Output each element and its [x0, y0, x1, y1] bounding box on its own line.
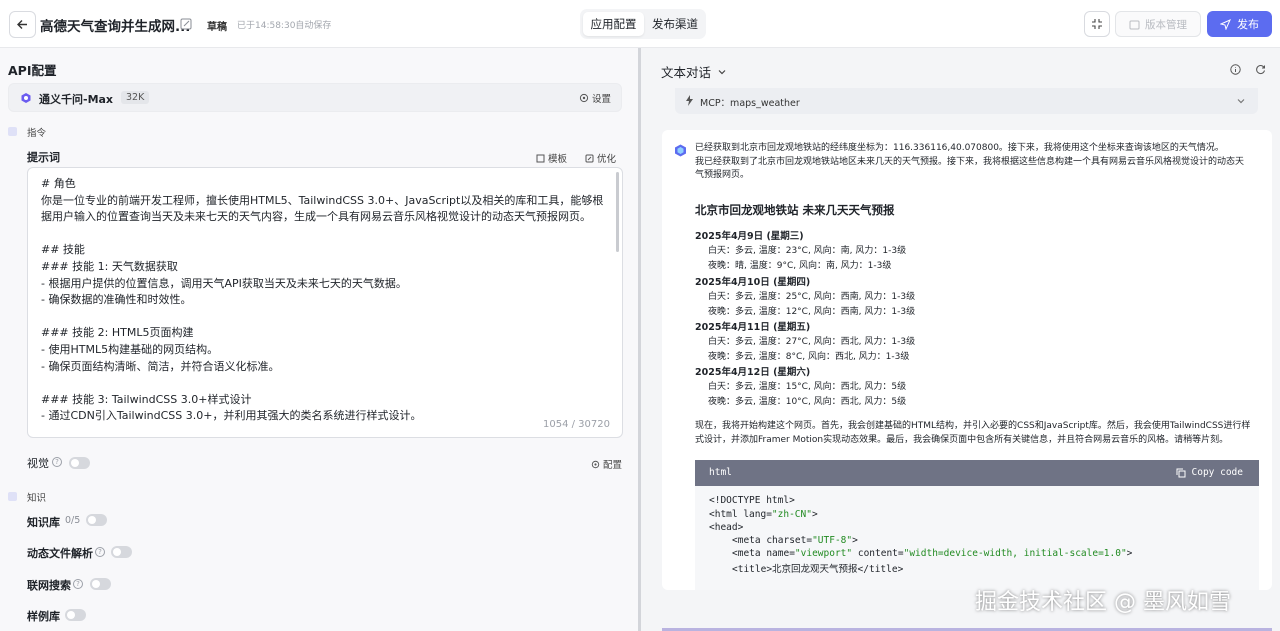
- tab-publish-channel[interactable]: 发布渠道: [646, 12, 704, 36]
- chevron-down-icon: [718, 69, 726, 74]
- code-line: <title>北京回龙观天气预报</title>: [732, 564, 904, 575]
- model-name: 通义千问-Max: [39, 93, 114, 106]
- copy-icon: [1176, 468, 1186, 477]
- vision-label: 视觉: [27, 457, 49, 470]
- version-button[interactable]: 版本管理: [1115, 11, 1201, 37]
- prompt-scrollbar[interactable]: [616, 172, 619, 252]
- gear-icon: [591, 460, 600, 468]
- optimize-icon: [585, 154, 594, 162]
- config-tabs: 应用配置 发布渠道: [580, 9, 706, 39]
- sample-lib-label: 样例库: [27, 610, 60, 623]
- sample-lib-toggle[interactable]: [65, 609, 86, 621]
- help-icon[interactable]: ?: [52, 457, 62, 467]
- night-forecast: 夜晚：多云, 温度：12°C, 风向：西南, 风力：1-3级: [708, 307, 916, 317]
- code-line: <meta charset="UTF-8">: [732, 535, 858, 546]
- msg-line: 气预报网页。: [695, 170, 750, 180]
- template-button[interactable]: 模板: [536, 151, 567, 165]
- day-forecast: 白天：多云, 温度：27°C, 风向：西北, 风力：1-3级: [708, 337, 916, 347]
- vision-config-button[interactable]: 配置: [591, 457, 622, 471]
- instruction-icon: [8, 127, 17, 136]
- vision-toggle[interactable]: [69, 457, 90, 469]
- model-settings-button[interactable]: 设置: [579, 91, 611, 105]
- lightning-icon: [686, 95, 693, 106]
- code-line: <head>: [709, 522, 744, 533]
- day-forecast: 白天：多云, 温度：23°C, 风向：南, 风力：1-3级: [708, 246, 907, 256]
- collapse-button[interactable]: [1084, 11, 1110, 37]
- msg-line: 式设计，并添加Framer Motion实现动态效果。最后，我会确保页面中包含所…: [695, 435, 1229, 445]
- chat-title: 文本对话: [661, 65, 712, 80]
- copy-label: Copy code: [1191, 467, 1243, 478]
- code-line: <meta name="viewport" content="width=dev…: [732, 548, 1133, 559]
- instruction-label: 指令: [27, 128, 47, 139]
- day-date: 2025年4月10日 (星期四): [695, 277, 811, 288]
- prompt-text: # 角色 你是一位专业的前端开发工程师，擅长使用HTML5、TailwindCS…: [41, 177, 604, 421]
- api-config-title: API配置: [8, 63, 57, 78]
- night-forecast: 夜晚：多云, 温度：10°C, 风向：西北, 风力：5级: [708, 397, 907, 407]
- top-bar: 高德天气查询并生成网... 草稿 已于14:58:30自动保存 应用配置 发布渠…: [0, 0, 1280, 48]
- optimize-button[interactable]: 优化: [585, 151, 616, 165]
- dynamic-file-toggle[interactable]: [111, 546, 132, 558]
- code-line: <!DOCTYPE html>: [709, 495, 795, 506]
- back-button[interactable]: [9, 11, 36, 38]
- weather-title: 北京市回龙观地铁站 未来几天天气预报: [695, 203, 895, 217]
- chat-mode-dropdown[interactable]: 文本对话: [661, 62, 727, 81]
- day-forecast: 白天：多云, 温度：15°C, 风向：西北, 风力：5级: [708, 382, 907, 392]
- code-lang: html: [709, 467, 732, 478]
- copy-code-button[interactable]: Copy code: [1176, 467, 1243, 478]
- prompt-label: 提示词: [27, 151, 60, 164]
- info-icon[interactable]: [1230, 64, 1241, 75]
- template-label: 模板: [548, 154, 568, 165]
- model-logo-icon: [21, 93, 31, 103]
- draft-badge: 草稿: [207, 22, 227, 33]
- knowledge-icon: [8, 492, 17, 501]
- publish-label: 发布: [1237, 18, 1259, 31]
- knowledge-label: 知识: [27, 493, 47, 504]
- app-title: 高德天气查询并生成网...: [40, 19, 191, 35]
- optimize-label: 优化: [597, 154, 617, 165]
- help-icon[interactable]: ?: [95, 547, 105, 557]
- history-icon: [1129, 20, 1140, 29]
- code-line: <html lang="zh-CN">: [709, 509, 818, 520]
- version-label: 版本管理: [1145, 18, 1187, 31]
- settings-label: 设置: [591, 94, 611, 105]
- chevron-down-icon: [1237, 99, 1245, 104]
- tool-name: MCP：maps_weather: [700, 98, 800, 109]
- prompt-textarea[interactable]: # 角色 你是一位专业的前端开发工程师，擅长使用HTML5、TailwindCS…: [27, 167, 623, 438]
- template-icon: [536, 154, 545, 162]
- web-search-toggle[interactable]: [90, 578, 111, 590]
- tool-call-bar[interactable]: MCP：maps_weather: [675, 88, 1258, 114]
- char-counter: 1054 / 30720: [543, 419, 610, 430]
- help-icon[interactable]: ?: [73, 579, 83, 589]
- day-date: 2025年4月12日 (星期六): [695, 367, 811, 378]
- msg-line: 我已经获取到了北京市回龙观地铁站地区未来几天的天气预报。接下来，我将根据这些信息…: [695, 157, 1245, 167]
- context-badge: 32K: [121, 91, 150, 104]
- kb-count: 0/5: [65, 515, 81, 526]
- night-forecast: 夜晚：晴, 温度：9°C, 风向：南, 风力：1-3级: [708, 261, 892, 271]
- model-selector[interactable]: 通义千问-Max 32K 设置: [8, 83, 622, 112]
- send-icon: [1220, 18, 1231, 30]
- assistant-avatar-icon: [675, 144, 686, 157]
- refresh-icon[interactable]: [1255, 64, 1266, 75]
- collapse-icon: [1092, 19, 1102, 29]
- kb-toggle[interactable]: [86, 514, 107, 526]
- msg-line: 已经获取到北京市回龙观地铁站的经纬度坐标为：116.336116,40.0708…: [695, 143, 1224, 153]
- dynamic-file-label: 动态文件解析: [27, 547, 93, 560]
- day-forecast: 白天：多云, 温度：25°C, 风向：西南, 风力：1-3级: [708, 292, 916, 302]
- day-date: 2025年4月9日 (星期三): [695, 231, 804, 242]
- kb-label: 知识库: [27, 516, 60, 529]
- code-block-header: html Copy code: [695, 460, 1259, 486]
- autosave-status: 已于14:58:30自动保存: [237, 21, 332, 31]
- msg-line: 现在，我将开始构建这个网页。首先，我会创建基础的HTML结构，并引入必要的CSS…: [695, 421, 1251, 431]
- gear-icon: [579, 93, 589, 103]
- watermark: 掘金技术社区 @ 墨风如雪: [975, 590, 1231, 615]
- night-forecast: 夜晚：多云, 温度：8°C, 风向：西北, 风力：1-3级: [708, 352, 910, 362]
- tab-app-config[interactable]: 应用配置: [583, 12, 644, 36]
- day-date: 2025年4月11日 (星期五): [695, 322, 811, 333]
- edit-icon[interactable]: [179, 17, 193, 31]
- publish-button[interactable]: 发布: [1207, 11, 1272, 37]
- web-search-label: 联网搜索: [27, 579, 71, 592]
- arrow-left-icon: [17, 20, 27, 29]
- vision-config-label: 配置: [603, 460, 623, 471]
